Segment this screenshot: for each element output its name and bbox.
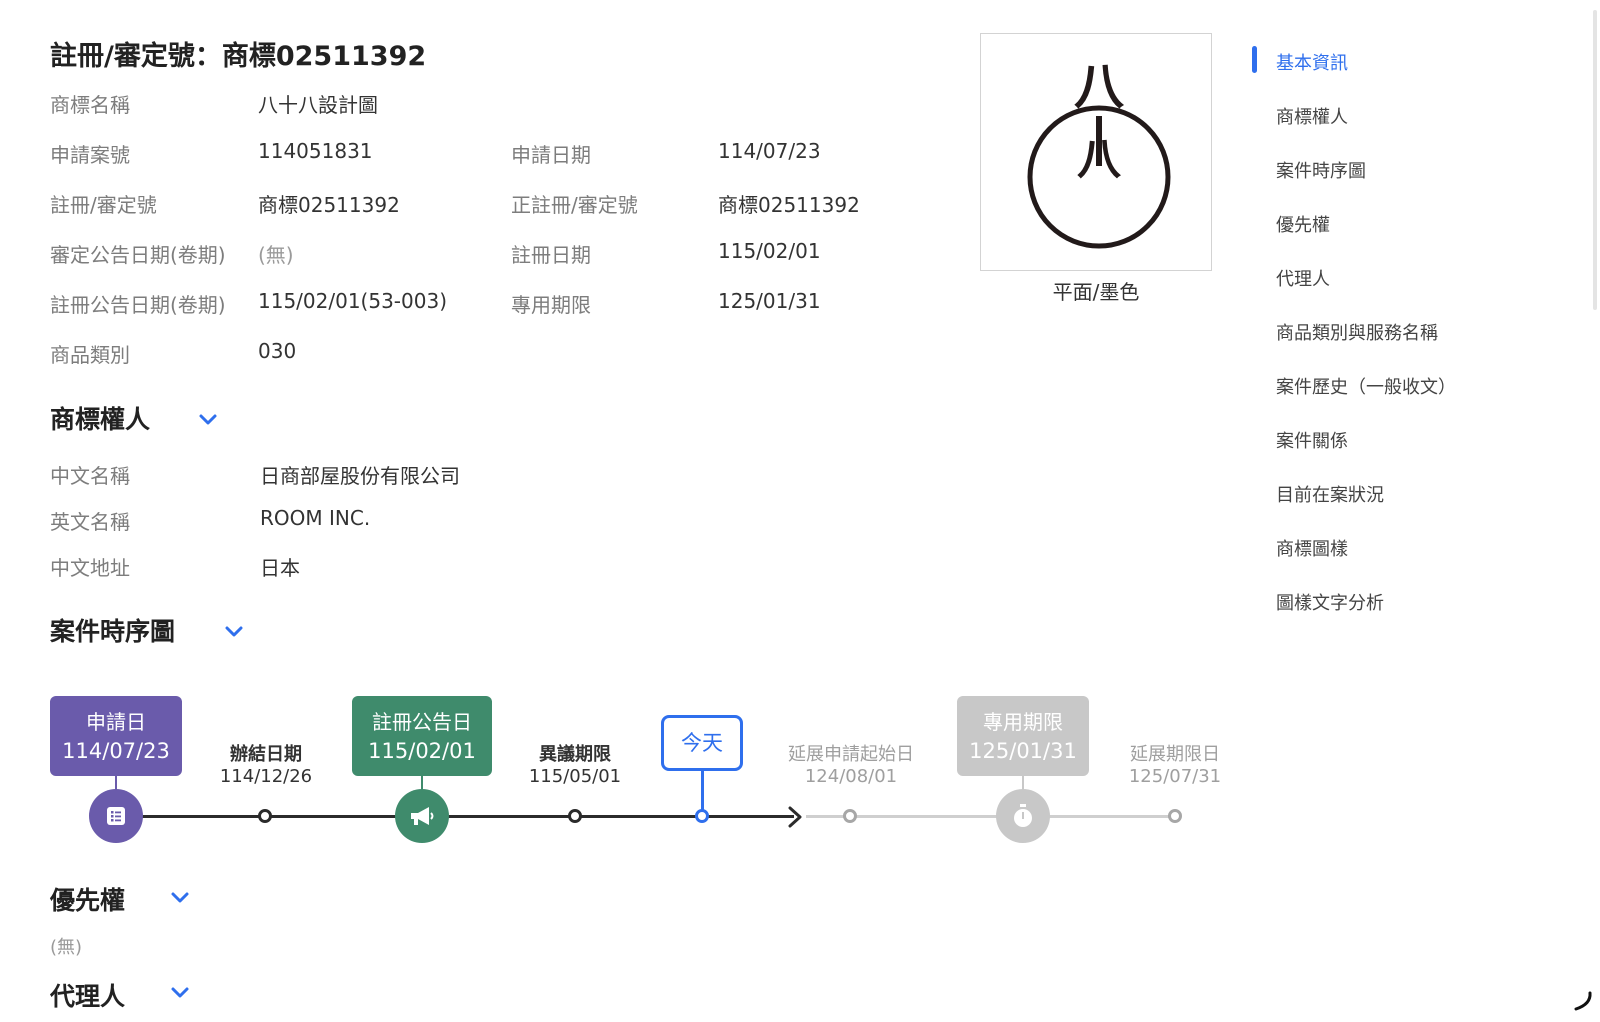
nav-item-image-text-analysis[interactable]: 圖樣文字分析 [1276,589,1384,615]
owner-english-name-value: ROOM INC. [260,506,371,530]
timeline-event-date: 125/07/31 [1128,766,1222,787]
nav-active-indicator [1252,46,1257,73]
owner-address-value: 日本 [260,556,300,580]
agent-collapse-toggle[interactable] [168,981,192,1005]
nav-item-basic-info[interactable]: 基本資訊 [1276,49,1348,75]
priority-collapse-toggle[interactable] [168,886,192,910]
timeline-dot [258,809,272,823]
nav-item-timeline[interactable]: 案件時序圖 [1276,157,1366,183]
owner-chinese-name-label: 中文名稱 [50,464,130,488]
trademark-name-label: 商標名稱 [50,93,130,117]
timeline-arrow-icon [786,806,806,832]
nav-item-trademark-image[interactable]: 商標圖樣 [1276,535,1348,561]
timeline-event-date: 114/07/23 [62,739,170,763]
timeline-collapse-toggle[interactable] [222,620,246,644]
chevron-down-icon [199,414,217,425]
goods-class-value: 030 [258,339,297,363]
timeline-event-date: 115/02/01 [368,739,476,763]
timeline-event-title: 申請日 [86,710,146,734]
timeline-event-title: 延展申請起始日 [788,744,914,765]
timeline-event-title: 異議期限 [539,744,611,765]
apply-node [89,789,143,843]
timeline-track-past [116,815,794,818]
timeline-connector [1022,776,1024,790]
owner-collapse-toggle[interactable] [196,408,220,432]
registration-number-label: 註冊/審定號 [50,193,157,217]
goods-class-label: 商品類別 [50,343,130,367]
timeline-dot [843,809,857,823]
application-date-label: 申請日期 [511,143,591,167]
stopwatch-icon [1014,804,1032,827]
timeline-event-announcement: 註冊公告日 115/02/01 [352,696,492,776]
page-title: 註冊/審定號：商標02511392 [50,41,427,72]
registration-number-value: 商標02511392 [258,193,400,217]
timeline-event-date: 124/08/01 [804,766,898,787]
approval-announcement-value: (無) [258,243,294,267]
checklist-icon [107,807,125,825]
owner-english-name-label: 英文名稱 [50,510,130,534]
registration-date-label: 註冊日期 [511,243,591,267]
timeline-section-title: 案件時序圖 [50,617,176,646]
timeline-event-title: 辦結日期 [230,744,302,765]
chevron-down-icon [171,892,189,903]
timeline-event-apply: 申請日 114/07/23 [50,696,182,776]
agent-section-title: 代理人 [50,982,126,1011]
timeline-connector [421,776,423,790]
registration-announcement-label: 註冊公告日期(卷期) [50,293,226,317]
timeline-dot [1168,809,1182,823]
timeline-event-title: 註冊公告日 [372,710,472,734]
logo-caption: 平面/墨色 [1052,280,1140,304]
application-number-value: 114051831 [258,139,373,163]
timeline-event-expiry: 專用期限 125/01/31 [957,696,1089,776]
logo-glyph-bottom: 八 [1077,134,1122,185]
registration-date-value: 115/02/01 [718,239,821,263]
timeline-event-title: 延展期限日 [1130,744,1220,765]
exclusive-term-value: 125/01/31 [718,289,821,313]
nav-item-agent[interactable]: 代理人 [1276,265,1330,291]
today-dot [695,809,709,823]
timeline-dot [568,809,582,823]
megaphone-icon [411,807,434,825]
today-marker: 今天 [661,715,743,771]
priority-empty: (無) [50,937,83,958]
nav-item-case-relations[interactable]: 案件關係 [1276,427,1348,453]
timeline-connector [115,776,117,790]
formal-registration-number-label: 正註冊/審定號 [511,193,638,217]
chevron-down-icon [171,987,189,998]
timeline-event-date: 114/12/26 [219,766,313,787]
trademark-name-value: 八十八設計圖 [258,93,378,117]
owner-chinese-name-value: 日商部屋股份有限公司 [260,464,460,488]
owner-address-label: 中文地址 [50,556,130,580]
formal-registration-number-value: 商標02511392 [718,193,860,217]
application-date-value: 114/07/23 [718,139,821,163]
application-number-label: 申請案號 [50,143,130,167]
trademark-image: 八 十 八 [980,33,1212,271]
expiry-node [996,789,1050,843]
timeline-track-future [806,815,1178,818]
nav-item-current-status[interactable]: 目前在案狀況 [1276,481,1384,507]
announcement-node [395,789,449,843]
timeline-event-date: 125/01/31 [969,739,1077,763]
nav-item-goods-services[interactable]: 商品類別與服務名稱 [1276,319,1438,345]
loading-spinner-icon [1574,991,1592,1011]
approval-announcement-label: 審定公告日期(卷期) [50,243,226,267]
nav-item-case-history[interactable]: 案件歷史（一般收文） [1276,373,1456,399]
timeline-event-title: 專用期限 [983,710,1063,734]
exclusive-term-label: 專用期限 [511,293,591,317]
timeline-event-date: 115/05/01 [528,766,622,787]
nav-item-owner[interactable]: 商標權人 [1276,103,1348,129]
owner-section-title: 商標權人 [50,405,151,434]
priority-section-title: 優先權 [50,886,126,915]
nav-item-priority[interactable]: 優先權 [1276,211,1330,237]
chevron-down-icon [225,626,243,637]
registration-announcement-value: 115/02/01(53-003) [258,289,447,313]
today-connector [701,771,704,811]
scrollbar-thumb[interactable] [1593,10,1597,310]
logo-glyph-top: 八 [1074,57,1125,116]
